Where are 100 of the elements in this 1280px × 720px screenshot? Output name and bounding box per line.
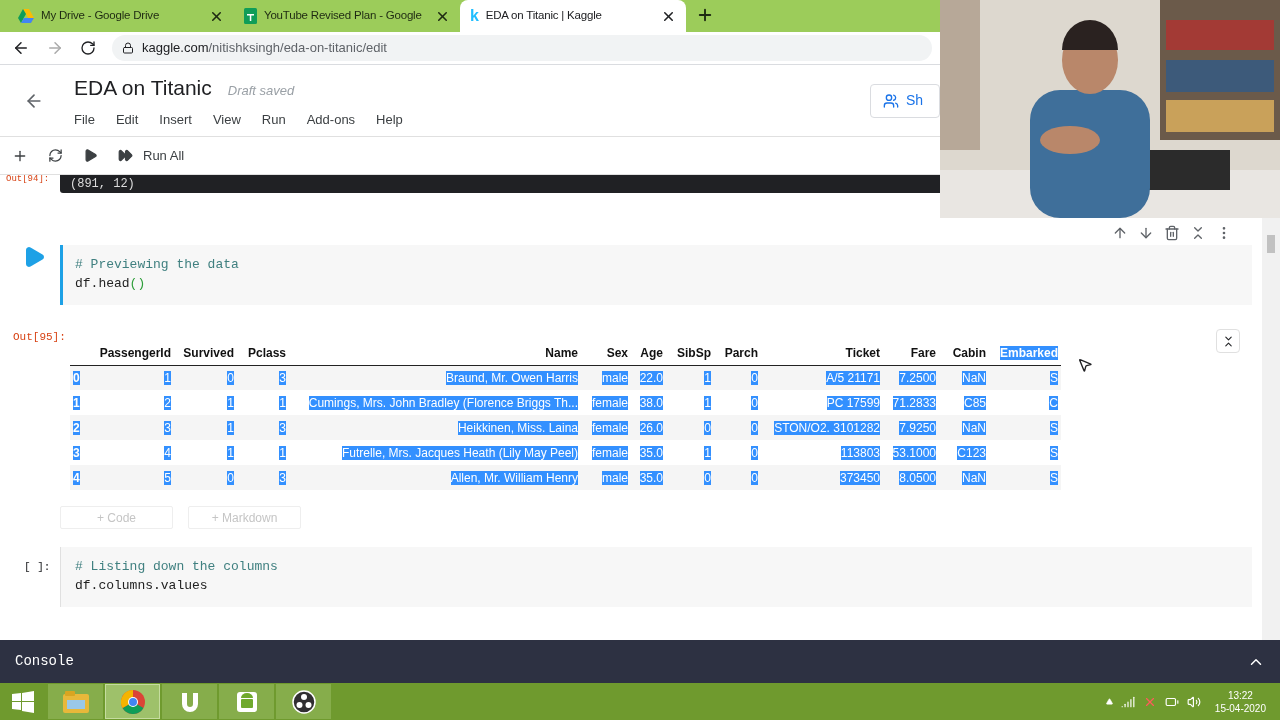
lock-icon	[122, 42, 134, 54]
table-cell: 1	[704, 370, 711, 385]
chrome-icon	[120, 689, 145, 714]
signal-icon[interactable]	[1120, 694, 1135, 709]
table-cell: female	[591, 445, 628, 460]
column-header: Parch	[724, 345, 758, 360]
table-cell: 0	[227, 370, 234, 385]
console-bar[interactable]: Console	[0, 640, 1280, 683]
share-button[interactable]: Sh	[870, 83, 940, 118]
menu-item[interactable]: Run	[261, 109, 286, 129]
menu-item[interactable]: Add-ons	[306, 109, 356, 129]
table-cell: Cumings, Mrs. John Bradley (Florence Briggs Th...	[308, 395, 578, 410]
table-cell: 3	[279, 370, 286, 385]
table-cell: 35.0	[639, 470, 663, 485]
table-cell: 1	[704, 445, 711, 460]
kaggle-logo: k	[470, 8, 479, 24]
code-cell[interactable]: # Listing down the columns df.columns.values	[60, 547, 1252, 607]
restart-icon[interactable]	[48, 148, 63, 163]
menu-item[interactable]: Help	[376, 109, 403, 129]
volume-icon[interactable]	[1186, 694, 1201, 709]
table-cell: 71.2833	[892, 395, 936, 410]
table-cell: male	[602, 470, 628, 485]
table-cell: 1	[279, 445, 286, 460]
code-line: # Listing down the columns	[75, 558, 279, 576]
column-header: Fare	[910, 345, 936, 360]
menu-item[interactable]: View	[212, 109, 241, 129]
menu-item[interactable]: Edit	[115, 109, 139, 129]
table-cell: female	[591, 420, 628, 435]
back-icon[interactable]	[12, 39, 30, 57]
menu-item[interactable]: File	[74, 109, 95, 129]
console-label: Console	[15, 652, 75, 671]
table-cell: NaN	[962, 470, 986, 485]
drive-icon	[18, 9, 34, 23]
table-cell: 0	[751, 395, 758, 410]
reload-icon[interactable]	[80, 40, 96, 56]
table-cell: male	[602, 370, 628, 385]
table-cell: 0	[751, 420, 758, 435]
row-index: 4	[73, 470, 80, 485]
table-cell: NaN	[962, 420, 986, 435]
table-cell: 22.0	[639, 370, 663, 385]
row-index: 0	[73, 370, 80, 385]
table-cell: NaN	[962, 370, 986, 385]
table-cell: 8.0500	[899, 470, 936, 485]
table-cell: 0	[704, 470, 711, 485]
clock-time: 13:22	[1227, 688, 1253, 702]
table-cell: 3	[279, 420, 286, 435]
delete-icon[interactable]	[1164, 225, 1180, 241]
table-cell: 1	[164, 370, 171, 385]
table-cell: C123	[957, 445, 986, 460]
table-cell: 26.0	[639, 420, 663, 435]
notebook-title: EDA on Titanic	[74, 75, 212, 101]
obs-icon	[291, 689, 316, 714]
save-status: Draft saved	[227, 82, 295, 100]
column-header: Ticket	[845, 345, 880, 360]
scrollbar-thumb[interactable]	[1267, 235, 1275, 253]
column-header: SibSp	[677, 345, 711, 360]
table-cell: Futrelle, Mrs. Jacques Heath (Lily May Peel)	[341, 445, 578, 460]
code-line: # Previewing the data	[75, 256, 240, 274]
column-header: PassengerId	[99, 345, 171, 360]
table-cell: 0	[751, 445, 758, 460]
table-cell: female	[591, 395, 628, 410]
new-tab-icon[interactable]	[696, 6, 714, 24]
browser-tab[interactable]: k EDA on Titanic | Kaggle	[460, 0, 686, 32]
table-cell: 0	[704, 420, 711, 435]
move-up-icon[interactable]	[1112, 225, 1128, 241]
output-prompt: Out[95]:	[12, 330, 67, 345]
menu-item[interactable]: Insert	[159, 109, 192, 129]
run-icon[interactable]	[83, 148, 98, 163]
start-icon[interactable]	[12, 690, 34, 713]
table-cell: 4	[164, 445, 171, 460]
row-index: 2	[73, 420, 80, 435]
table-cell: 113803	[840, 445, 880, 460]
browser-tab[interactable]: My Drive - Google Drive	[8, 0, 234, 32]
table-cell: 1	[227, 445, 234, 460]
table-cell: 1	[279, 395, 286, 410]
table-cell: 7.2500	[899, 370, 936, 385]
collapse-output-button[interactable]	[1216, 329, 1240, 353]
table-cell: PC 17599	[826, 395, 880, 410]
table-cell: STON/O2. 3101282	[774, 420, 880, 435]
table-cell: S	[1050, 445, 1058, 460]
tab-title: My Drive - Google Drive	[41, 8, 161, 24]
table-cell: 0	[227, 470, 234, 485]
fast-forward-icon	[118, 148, 133, 163]
table-cell: 7.9250	[899, 420, 936, 435]
table-cell: 53.1000	[892, 445, 936, 460]
move-down-icon[interactable]	[1138, 225, 1154, 241]
spreadsheet-icon	[244, 8, 257, 24]
cursor-icon	[1077, 357, 1093, 373]
tray-arrow-icon[interactable]	[1105, 698, 1113, 705]
row-index: 1	[73, 395, 80, 410]
column-header: Name	[545, 345, 578, 360]
column-header: Cabin	[952, 345, 986, 360]
taskbar-app[interactable]	[276, 684, 331, 719]
code-cell[interactable]: # Previewing the data df.head()	[60, 245, 1252, 305]
browser-tab[interactable]: YouTube Revised Plan - Google	[234, 0, 460, 32]
table-cell: C85	[964, 395, 986, 410]
run-all-button[interactable]: Run All	[118, 145, 185, 166]
people-icon	[883, 92, 899, 109]
address-field[interactable]: kaggle.com/nitishksingh/eda-on-titanic/edit	[112, 35, 932, 61]
table-cell: 38.0	[639, 395, 663, 410]
